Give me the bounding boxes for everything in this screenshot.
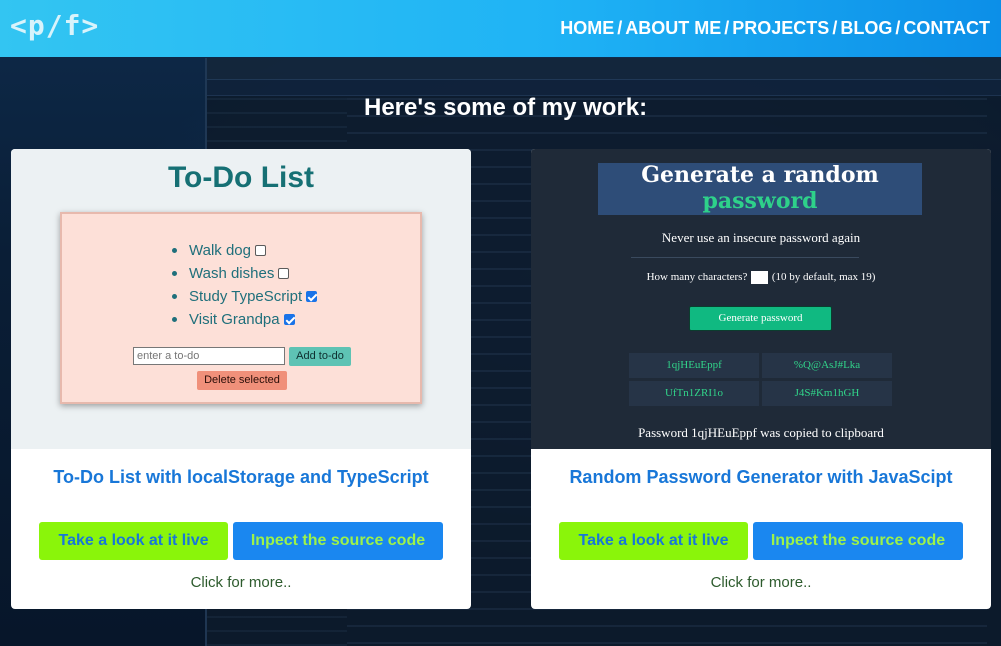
- project-card-password: Generate a random password Never use an …: [531, 149, 991, 609]
- todo-item: Visit Grandpa: [172, 308, 317, 331]
- nav-about-me[interactable]: ABOUT ME: [625, 18, 721, 39]
- pw-subtitle: Never use an insecure password again: [661, 230, 861, 245]
- todo-delete-button: Delete selected: [197, 371, 287, 390]
- todo-item-text: Visit Grandpa: [189, 311, 280, 328]
- nav-blog[interactable]: BLOG: [840, 18, 892, 39]
- project-title: Random Password Generator with JavaScipt: [569, 467, 953, 487]
- main-nav: HOME / ABOUT ME / PROJECTS / BLOG / CONT…: [560, 18, 990, 39]
- site-header: <p/f> HOME / ABOUT ME / PROJECTS / BLOG …: [0, 0, 1001, 57]
- todo-input: enter a to-do: [133, 347, 285, 365]
- pw-generate-button: Generate password: [689, 306, 832, 331]
- project-preview-image[interactable]: Generate a random password Never use an …: [531, 149, 991, 449]
- pw-result: J4S#Km1hGH: [762, 381, 892, 406]
- pw-length-label: How many characters?: [646, 271, 748, 284]
- todo-checkbox: [254, 245, 266, 256]
- editor-toolbar: [207, 58, 1001, 80]
- project-title: To-Do List with localStorage and TypeScr…: [53, 467, 429, 487]
- nav-contact[interactable]: CONTACT: [903, 18, 990, 39]
- view-live-button[interactable]: Take a look at it live: [39, 522, 228, 560]
- divider: [631, 257, 859, 258]
- nav-home[interactable]: HOME: [560, 18, 614, 39]
- todo-add-button: Add to-do: [289, 347, 351, 366]
- todo-item: Study TypeScript: [172, 285, 318, 308]
- nav-separator: /: [832, 18, 838, 38]
- pw-length-row: How many characters? (10 by default, max…: [531, 271, 991, 284]
- project-preview-image[interactable]: To-Do List Walk dog Wash dishes Study Ty…: [11, 149, 471, 449]
- pw-result: 1qjHEuEppf: [629, 353, 759, 378]
- click-for-more-link[interactable]: Click for more..: [531, 574, 991, 591]
- project-card-todo: To-Do List Walk dog Wash dishes Study Ty…: [11, 149, 471, 609]
- pw-length-hint: (10 by default, max 19): [771, 271, 876, 284]
- todo-item: Wash dishes: [172, 262, 317, 285]
- todo-list: Walk dog Wash dishes Study TypeScript Vi…: [172, 239, 318, 331]
- pw-length-input: [751, 271, 769, 284]
- nav-projects[interactable]: PROJECTS: [732, 18, 829, 39]
- nav-separator: /: [724, 18, 730, 38]
- todo-item-text: Wash dishes: [189, 265, 275, 282]
- click-for-more-link[interactable]: Click for more..: [11, 574, 471, 591]
- section-title: Here's some of my work:: [364, 94, 648, 121]
- todo-item-text: Study TypeScript: [189, 288, 303, 305]
- nav-separator: /: [895, 18, 901, 38]
- pw-title: Generate a random password: [598, 163, 922, 215]
- todo-heading: To-Do List: [167, 161, 315, 194]
- todo-checkbox: [278, 268, 290, 279]
- view-source-button[interactable]: Inpect the source code: [753, 522, 963, 560]
- nav-separator: /: [617, 18, 623, 38]
- view-source-button[interactable]: Inpect the source code: [233, 522, 443, 560]
- todo-panel: Walk dog Wash dishes Study TypeScript Vi…: [60, 212, 422, 404]
- todo-item: Walk dog: [172, 239, 317, 262]
- bullet-icon: [172, 248, 177, 253]
- pw-result: UfTn1ZRI1o: [629, 381, 759, 406]
- site-logo[interactable]: <p/f>: [10, 9, 99, 42]
- pw-copied-message: Password 1qjHEuEppf was copied to clipbo…: [638, 425, 884, 440]
- view-live-button[interactable]: Take a look at it live: [559, 522, 748, 560]
- bullet-icon: [172, 317, 177, 322]
- todo-checkbox-checked: [283, 314, 295, 325]
- pw-title-line1: Generate a random: [641, 162, 879, 188]
- pw-title-line2: password: [702, 188, 818, 214]
- bullet-icon: [172, 294, 177, 299]
- pw-result: %Q@AsJ#Lka: [762, 353, 892, 378]
- todo-checkbox-checked: [306, 291, 318, 302]
- bullet-icon: [172, 271, 177, 276]
- todo-item-text: Walk dog: [189, 242, 251, 259]
